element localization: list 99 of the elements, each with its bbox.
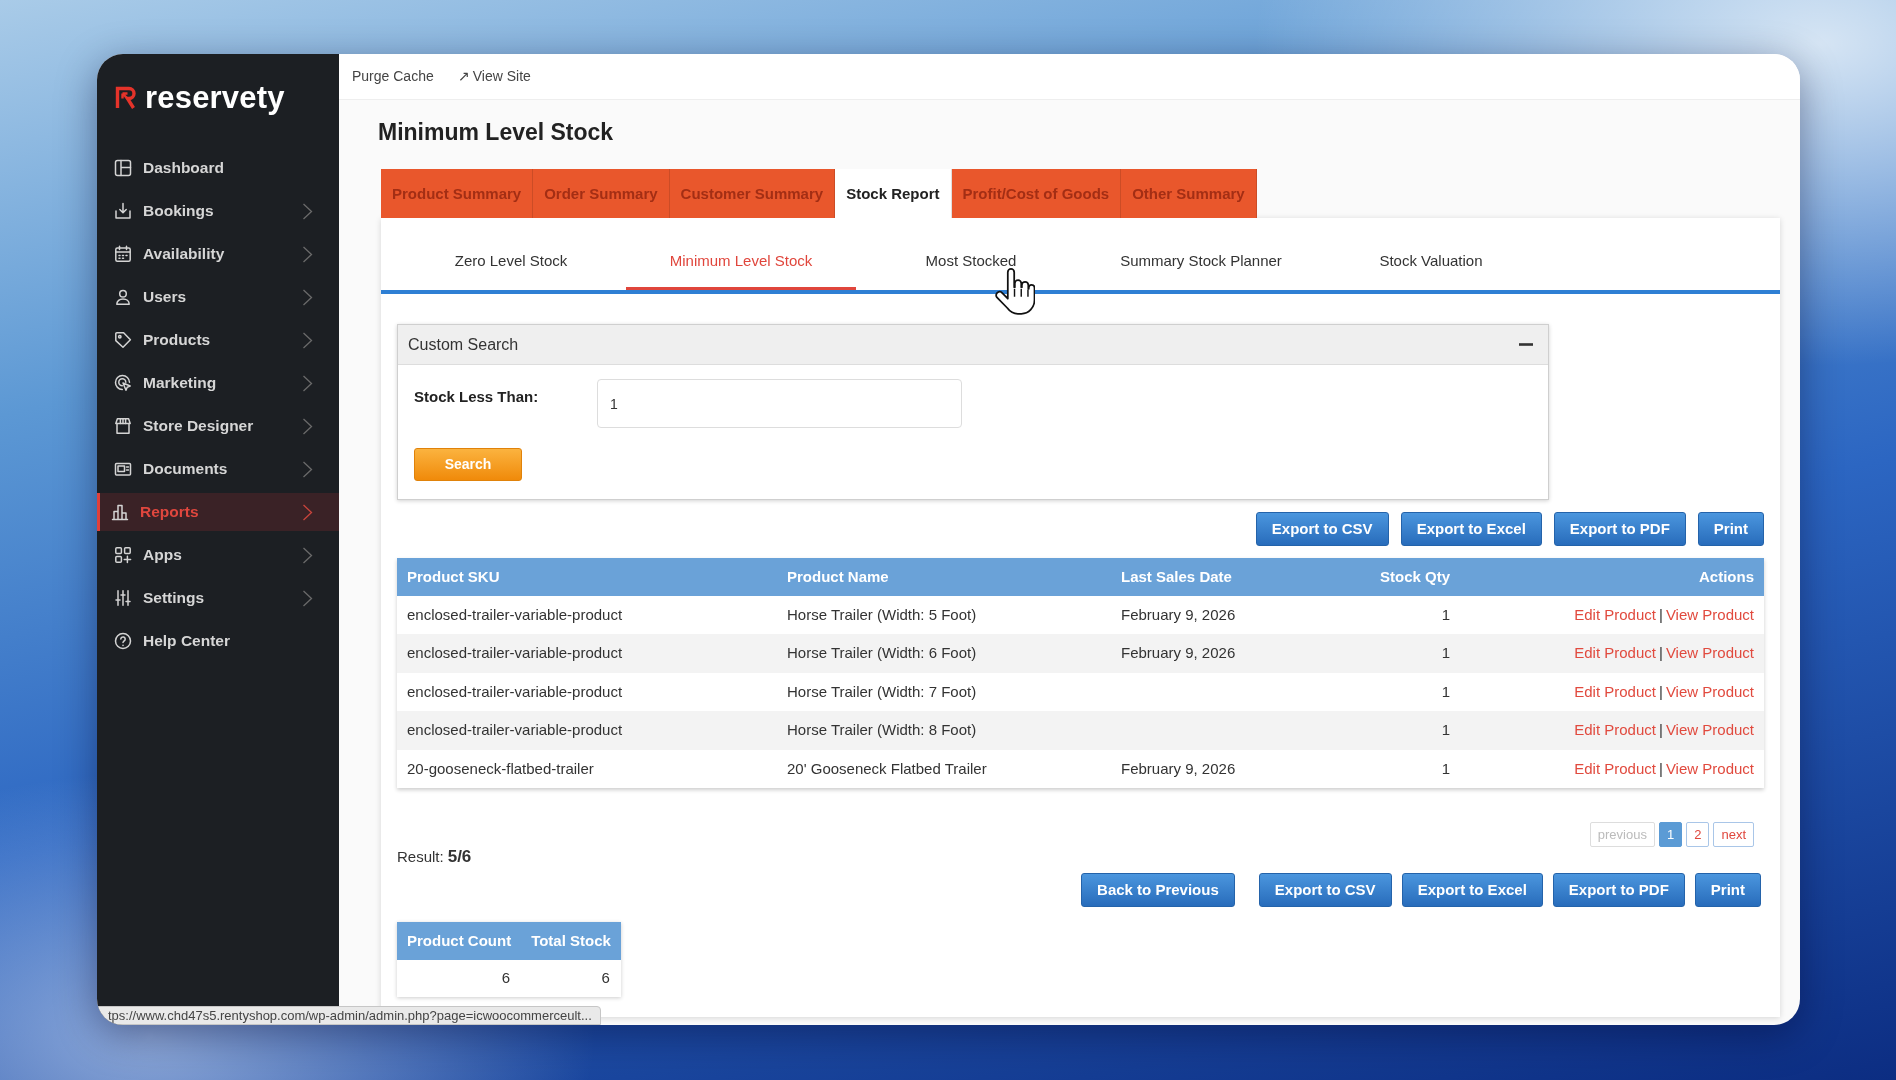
back-button[interactable]: Back to Previous [1081, 872, 1235, 907]
column-header: Stock Qty [1321, 558, 1460, 596]
sidebar-item[interactable]: Apps [97, 536, 339, 574]
search-button[interactable]: Search [414, 448, 522, 481]
sidebar-item[interactable]: Documents [97, 450, 339, 488]
table-cell: February 9, 2026 [1111, 634, 1321, 673]
table-cell: enclosed-trailer-variable-product [397, 634, 777, 673]
action-button[interactable]: Export to Excel [1400, 512, 1542, 546]
top-link[interactable]: ↗ View Site [457, 66, 531, 87]
column-header: Total Stock [521, 921, 621, 960]
logo-icon [114, 84, 139, 110]
table-cell: 1 [1321, 711, 1460, 750]
table-cell: 20-gooseneck-flatbed-trailer [397, 749, 777, 788]
action-button[interactable]: Print [1694, 872, 1761, 907]
result-label: Result: [397, 847, 444, 865]
table-cell: February 9, 2026 [1111, 749, 1321, 788]
stock-input[interactable]: 1 [597, 379, 962, 428]
column-header: Last Sales Date [1111, 558, 1321, 596]
stock-tab[interactable]: Stock Valuation [1316, 218, 1546, 290]
action-button[interactable]: Print [1697, 512, 1764, 546]
field-label: Stock Less Than: [414, 387, 540, 407]
action-button[interactable]: Export to Excel [1401, 872, 1543, 907]
table-cell: enclosed-trailer-variable-product [397, 596, 777, 635]
action-link[interactable]: View Product [1665, 682, 1754, 700]
action-link[interactable]: Edit Product [1574, 682, 1656, 700]
storefront-icon [114, 417, 132, 435]
stock-tab[interactable]: Zero Level Stock [396, 218, 626, 290]
table-cell: 6 [397, 959, 522, 997]
sidebar-item[interactable]: Users [97, 278, 339, 316]
help-icon [114, 632, 132, 650]
image-icon [114, 460, 132, 478]
table-cell: Horse Trailer (Width: 5 Foot) [777, 596, 1111, 635]
action-link[interactable]: Edit Product [1574, 721, 1656, 739]
sidebar-item[interactable]: Reports [97, 493, 339, 531]
sidebar-item[interactable]: Store Designer [97, 407, 339, 445]
layout-icon [114, 159, 132, 177]
arrow-icon: ↗ [457, 68, 470, 84]
table-cell: 1 [1321, 672, 1460, 712]
sidebar-item[interactable]: Marketing [97, 364, 339, 402]
column-header: Product Name [777, 558, 1111, 596]
table-cell: enclosed-trailer-variable-product [397, 672, 777, 712]
download-tray-icon [114, 202, 132, 220]
page-title: Minimum Level Stock [378, 118, 615, 146]
grid-plus-icon [114, 546, 132, 564]
panel-title: Custom Search [408, 334, 519, 355]
action-button[interactable]: Export to PDF [1553, 512, 1686, 546]
table-cell: 6 [521, 959, 621, 997]
column-header: Product Count [397, 921, 522, 960]
table-cell: Horse Trailer (Width: 7 Foot) [777, 672, 1111, 712]
page-link[interactable]: 1 [1658, 821, 1683, 847]
table-cell: February 9, 2026 [1111, 596, 1321, 635]
link-separator: | [1659, 759, 1663, 777]
table-cell: 1 [1321, 634, 1460, 673]
sidebar-item[interactable]: Bookings [97, 192, 339, 230]
sidebar-item[interactable]: Settings [97, 579, 339, 617]
tag-icon [114, 331, 132, 349]
stock-tab[interactable]: Most Stocked [856, 218, 1086, 290]
action-link[interactable]: View Product [1665, 644, 1754, 662]
bar-chart-icon [111, 503, 129, 521]
action-button[interactable]: Export to PDF [1552, 872, 1685, 907]
link-separator: | [1659, 721, 1663, 739]
action-link[interactable]: Edit Product [1574, 759, 1656, 777]
sidebar-item[interactable]: Help Center [97, 622, 339, 660]
result-value: 5/6 [447, 846, 472, 866]
status-url: tps://www.chd47s5.rentyshop.com/wp-admin/admin.php?page=icwoocommerceult... [97, 1006, 601, 1025]
brand-name: reservety [145, 81, 285, 113]
column-header: Actions [1460, 558, 1764, 596]
hand-cursor-icon [995, 268, 1035, 316]
calendar-icon [114, 245, 132, 263]
sidebar-item[interactable]: Products [97, 321, 339, 359]
action-link[interactable]: Edit Product [1574, 605, 1656, 623]
sidebar-item[interactable]: Dashboard [97, 149, 339, 187]
action-button[interactable]: Export to CSV [1258, 872, 1392, 907]
sliders-icon [114, 589, 132, 607]
sidebar-item[interactable]: Availability [97, 235, 339, 273]
link-separator: | [1659, 682, 1663, 700]
table-cell: 20' Gooseneck Flatbed Trailer [777, 749, 1111, 788]
report-tab[interactable]: Stock Report [835, 169, 952, 218]
target-icon [114, 374, 132, 392]
user-icon [114, 288, 132, 306]
page-link[interactable]: next [1713, 821, 1754, 847]
column-header: Product SKU [397, 558, 777, 596]
action-button[interactable]: Export to CSV [1255, 512, 1389, 546]
table-cell: 1 [1321, 749, 1460, 788]
action-link[interactable]: View Product [1665, 721, 1754, 739]
link-separator: | [1659, 644, 1663, 662]
action-link[interactable]: View Product [1665, 605, 1754, 623]
stock-tab[interactable]: Summary Stock Planner [1086, 218, 1316, 290]
top-link[interactable]: Purge Cache [352, 66, 434, 87]
action-link[interactable]: View Product [1665, 759, 1754, 777]
link-separator: | [1659, 605, 1663, 623]
table-cell: 1 [1321, 596, 1460, 635]
stock-tab[interactable]: Minimum Level Stock [626, 218, 856, 290]
table-cell: Horse Trailer (Width: 6 Foot) [777, 634, 1111, 673]
table-cell: enclosed-trailer-variable-product [397, 711, 777, 750]
minus-icon[interactable] [1519, 343, 1533, 346]
table-cell: Horse Trailer (Width: 8 Foot) [777, 711, 1111, 750]
action-link[interactable]: Edit Product [1574, 644, 1656, 662]
page-link[interactable]: 2 [1686, 821, 1710, 847]
